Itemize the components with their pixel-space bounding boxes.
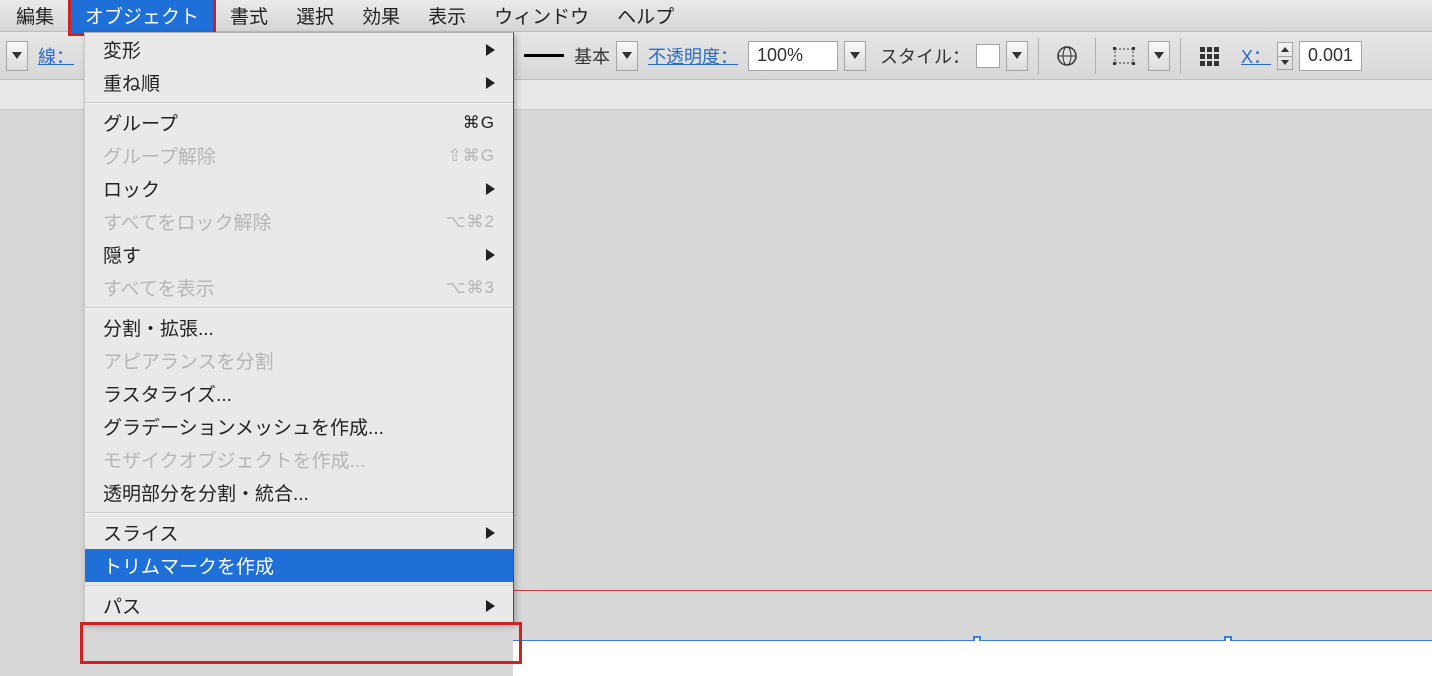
menu-item: アピアランスを分割 (85, 344, 513, 377)
menu-shortcut: ⌥⌘2 (446, 212, 495, 232)
menu-item: モザイクオブジェクトを作成... (85, 443, 513, 476)
x-input[interactable]: 0.001 (1299, 41, 1362, 71)
object-menu-dropdown: 変形重ね順グループ⌘Gグループ解除⇧⌘Gロックすべてをロック解除⌥⌘2隠すすべて… (84, 32, 514, 623)
menu-item-label: グループ (103, 109, 178, 136)
menu-item[interactable]: ラスタライズ... (85, 377, 513, 410)
submenu-arrow-icon (486, 77, 495, 89)
artboard[interactable] (513, 641, 1432, 676)
menu-view[interactable]: 表示 (414, 0, 480, 33)
menu-item-label: モザイクオブジェクトを作成... (103, 446, 365, 473)
menu-item-label: 隠す (103, 241, 141, 268)
stroke-label[interactable]: 線： (38, 43, 74, 69)
menu-separator (85, 102, 513, 103)
menu-item-label: 透明部分を分割・統合... (103, 479, 309, 506)
align-icon[interactable] (1191, 38, 1227, 74)
menu-item[interactable]: パス (85, 589, 513, 622)
menu-item[interactable]: グループ ⌘G (85, 106, 513, 139)
chevron-down-icon (1012, 52, 1022, 59)
submenu-arrow-icon (486, 249, 495, 261)
menu-type[interactable]: 書式 (216, 0, 282, 33)
separator (1095, 38, 1096, 74)
menu-item-label: 分割・拡張... (103, 314, 214, 341)
chevron-down-icon (850, 52, 860, 59)
menu-object-highlight: オブジェクト (68, 0, 216, 36)
opacity-input[interactable]: 100% (748, 41, 838, 71)
menu-separator (85, 585, 513, 586)
style-swatch[interactable] (976, 44, 1000, 68)
recolor-icon[interactable] (1049, 38, 1085, 74)
menu-item-label: ロック (103, 175, 160, 202)
menu-window[interactable]: ウィンドウ (480, 0, 603, 33)
menu-item-label: グラデーションメッシュを作成... (103, 413, 384, 440)
guide-line-red (513, 590, 1432, 591)
menu-item-label: パス (103, 592, 141, 619)
chevron-down-icon (1281, 60, 1289, 65)
separator (1038, 38, 1039, 74)
menu-item-label: トリムマークを作成 (103, 552, 274, 579)
menu-item-label: グループ解除 (103, 142, 216, 169)
transform-dropdown[interactable] (1148, 41, 1170, 71)
chevron-up-icon (1281, 47, 1289, 52)
menu-item[interactable]: 変形 (85, 33, 513, 66)
menu-item-label: すべてをロック解除 (103, 208, 272, 235)
menu-shortcut: ⌘G (463, 113, 495, 133)
stroke-dropdown[interactable] (616, 41, 638, 71)
menu-item[interactable]: グラデーションメッシュを作成... (85, 410, 513, 443)
menu-item[interactable]: 分割・拡張... (85, 311, 513, 344)
menu-item[interactable]: 重ね順 (85, 66, 513, 99)
menu-edit[interactable]: 編集 (2, 0, 68, 33)
menu-help[interactable]: ヘルプ (603, 0, 688, 33)
menu-item: すべてをロック解除 ⌥⌘2 (85, 205, 513, 238)
menu-item-label: 変形 (103, 36, 141, 63)
menu-item-label: 重ね順 (103, 69, 160, 96)
menu-select[interactable]: 選択 (282, 0, 348, 33)
menu-effect[interactable]: 効果 (348, 0, 414, 33)
menu-item[interactable]: トリムマークを作成 (85, 549, 513, 582)
menu-item-label: ラスタライズ... (103, 380, 232, 407)
menu-item-label: アピアランスを分割 (103, 347, 274, 374)
chevron-down-icon (1154, 52, 1164, 59)
menu-separator (85, 512, 513, 513)
menu-item[interactable]: ロック (85, 172, 513, 205)
x-label[interactable]: X： (1241, 43, 1271, 69)
separator (1180, 38, 1181, 74)
chevron-down-icon (12, 52, 22, 59)
menu-item-label: スライス (103, 519, 178, 546)
style-dropdown[interactable] (1006, 41, 1028, 71)
menu-shortcut: ⇧⌘G (448, 146, 495, 166)
menu-item[interactable]: 隠す (85, 238, 513, 271)
menu-item[interactable]: 透明部分を分割・統合... (85, 476, 513, 509)
menu-shortcut: ⌥⌘3 (446, 278, 495, 298)
submenu-arrow-icon (486, 183, 495, 195)
style-label: スタイル： (880, 43, 970, 69)
opacity-label[interactable]: 不透明度： (648, 43, 738, 69)
menu-item-label: すべてを表示 (103, 274, 215, 301)
menu-object[interactable]: オブジェクト (71, 0, 213, 33)
submenu-arrow-icon (486, 527, 495, 539)
menu-separator (85, 307, 513, 308)
menu-item: すべてを表示 ⌥⌘3 (85, 271, 513, 304)
selection-dropdown[interactable] (6, 41, 28, 71)
opacity-dropdown[interactable] (844, 41, 866, 71)
stroke-preview (524, 54, 564, 57)
submenu-arrow-icon (486, 44, 495, 56)
x-stepper[interactable] (1277, 42, 1293, 70)
menu-item: グループ解除 ⇧⌘G (85, 139, 513, 172)
menu-item[interactable]: スライス (85, 516, 513, 549)
submenu-arrow-icon (486, 600, 495, 612)
bounding-box-icon[interactable] (1106, 38, 1142, 74)
chevron-down-icon (622, 52, 632, 59)
stroke-basic-label: 基本 (574, 43, 610, 69)
menubar: 編集 オブジェクト 書式 選択 効果 表示 ウィンドウ ヘルプ (0, 0, 1432, 32)
